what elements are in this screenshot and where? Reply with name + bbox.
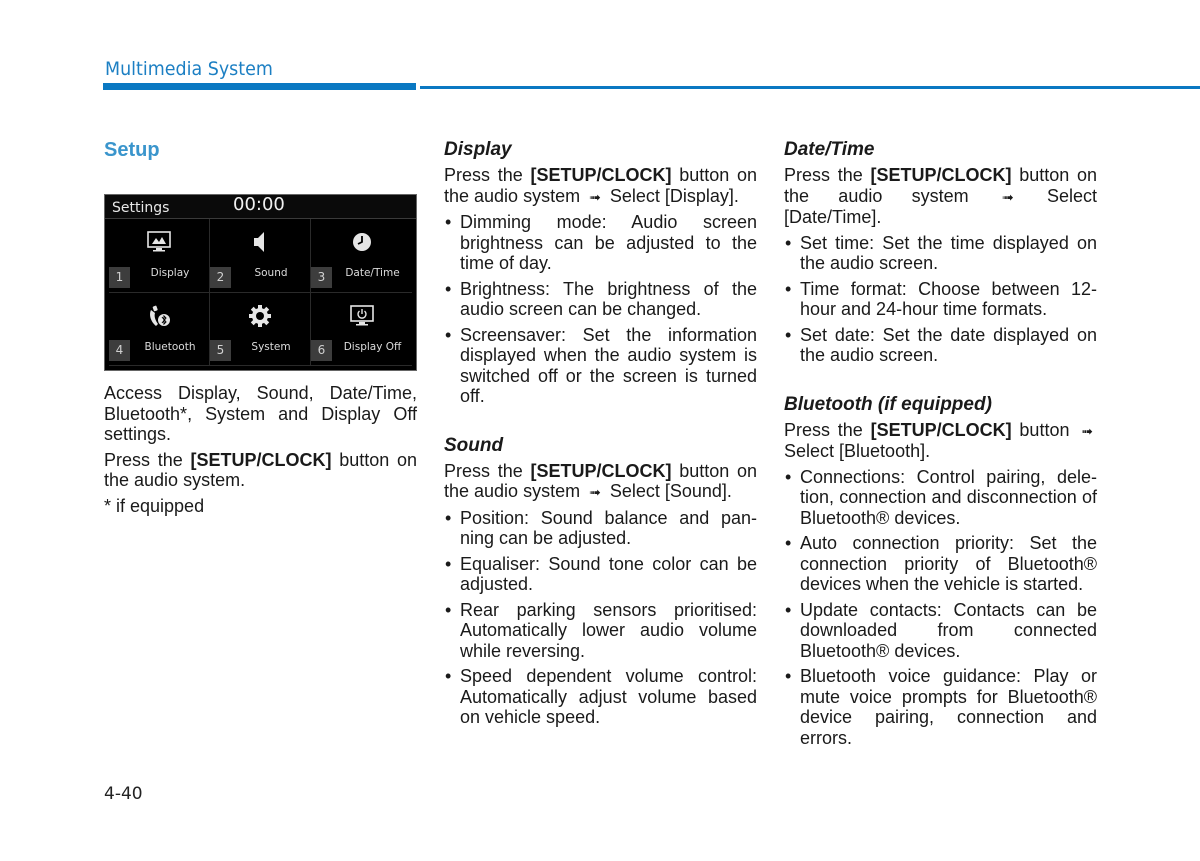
section-title-bluetooth: Bluetooth (if equipped) [784, 393, 992, 415]
list-item: Set date: Set the date displayed on the … [784, 325, 1097, 366]
setup-instruction: Press the [SETUP/CLOCK] button on the au… [104, 450, 417, 491]
section-title-display: Display [444, 139, 512, 160]
setup-clock-button-label: [SETUP/CLOCK] [530, 460, 672, 481]
tile-number: 3 [311, 266, 332, 288]
setup-clock-button-label: [SETUP/CLOCK] [530, 165, 672, 185]
instruction-text: Press the [444, 165, 523, 185]
list-item: Connections: Control pairing, dele­tion,… [784, 467, 1097, 529]
tile-label: Bluetooth [144, 340, 196, 353]
clock-icon [352, 233, 371, 251]
arrow-icon: ➟ [589, 484, 601, 500]
tile-datetime: 3 Date/Time [311, 219, 412, 293]
list-item: Set time: Set the time displayed on the … [784, 233, 1097, 274]
list-item: Bluetooth voice guidance: Play or mute v… [784, 666, 1097, 748]
setup-description: Access Display, Sound, Date/Time, Blueto… [104, 383, 417, 444]
screen-status-bar: Settings 00:00 [105, 194, 416, 219]
setup-clock-button-label: [SETUP/CLOCK] [190, 449, 332, 470]
instruction-text: Press the [104, 449, 183, 470]
display-icon [147, 231, 171, 252]
display-power-icon [349, 304, 374, 325]
list-item: Brightness: The brightness of the audio … [444, 279, 757, 320]
settings-tile-grid: 1 Display 2 Sound 3 Date/Time 4 Bluetoot… [109, 219, 412, 366]
list-item: Dimming mode: Audio screen brightness ca… [444, 212, 757, 274]
tile-display-off: 6 Display Off [311, 293, 412, 366]
tile-label: Date/Time [345, 267, 400, 279]
list-item: Position: Sound balance and pan­ning can… [444, 508, 757, 549]
instruction-text: Select [Sound]. [609, 481, 732, 501]
list-item: Screensaver: Set the information display… [444, 325, 757, 407]
datetime-options-list: Set time: Set the time displayed on the … [784, 233, 1097, 366]
instruction-text: Press the [784, 165, 863, 185]
tile-bluetooth: 4 Bluetooth [109, 292, 210, 366]
instruction-text: Select [Bluetooth]. [784, 441, 931, 461]
list-item: Speed dependent volume control: Automati… [444, 666, 757, 728]
column-display-sound: Display Press the [SETUP/CLOCK] button o… [444, 138, 757, 733]
tile-label: Sound [254, 267, 288, 279]
section-title-setup: Setup [104, 139, 160, 161]
instruction-text: button [1019, 419, 1070, 440]
tile-system: 5 System [210, 292, 311, 366]
list-item: Update contacts: Contacts can be downloa… [784, 600, 1097, 662]
tile-number: 4 [109, 340, 130, 361]
sound-options-list: Position: Sound balance and pan­ning can… [444, 508, 757, 728]
bluetooth-instruction: Press the [SETUP/CLOCK] button ➟ Select … [784, 420, 1097, 462]
tile-label: System [251, 340, 291, 353]
instruction-text: Press the [784, 419, 863, 440]
sound-instruction: Press the [SETUP/CLOCK] button on the au… [444, 461, 757, 503]
gear-icon [249, 304, 271, 327]
list-item: Equaliser: Sound tone color can be adjus… [444, 554, 757, 595]
display-instruction: Press the [SETUP/CLOCK] button on the au… [444, 165, 757, 207]
instruction-text: Select [Display]. [609, 185, 739, 206]
bluetooth-options-list: Connections: Control pairing, dele­tion,… [784, 467, 1097, 749]
footnote: * if equipped [104, 495, 205, 516]
section-title-datetime: Date/Time [784, 139, 875, 160]
tile-sound: 2 Sound [210, 219, 311, 293]
arrow-icon: ➟ [1081, 422, 1093, 439]
list-item: Rear parking sensors prioritised: Automa… [444, 600, 757, 662]
tile-number: 1 [109, 266, 130, 288]
chapter-title: Multimedia System [105, 58, 273, 80]
bluetooth-phone-icon [150, 305, 170, 326]
arrow-icon: ➟ [589, 188, 601, 205]
tile-label: Display [150, 267, 190, 279]
speaker-icon [254, 232, 264, 252]
list-item: Auto connection priority: Set the connec… [784, 533, 1097, 595]
column-datetime-bluetooth: Date/Time Press the [SETUP/CLOCK] button… [784, 138, 1097, 753]
header-rule-thin [420, 86, 1200, 89]
tile-label: Display Off [343, 340, 402, 353]
list-item: Time format: Choose between 12-hour and … [784, 279, 1097, 320]
header-rule-thick [103, 83, 416, 90]
display-options-list: Dimming mode: Audio screen brightness ca… [444, 212, 757, 407]
instruction-text: Press the [444, 460, 523, 481]
tile-number: 5 [210, 340, 231, 361]
section-title-sound: Sound [444, 434, 504, 456]
screen-title: Settings [112, 200, 170, 216]
column-setup: Setup Settings 00:00 1 Display 2 Sound 3… [104, 138, 417, 521]
tile-display: 1 Display [109, 219, 210, 293]
settings-screen-image: Settings 00:00 1 Display 2 Sound 3 Date/… [104, 194, 417, 371]
page-number: 4-40 [104, 784, 143, 804]
setup-clock-button-label: [SETUP/CLOCK] [870, 165, 1012, 185]
screen-clock: 00:00 [233, 194, 285, 215]
tile-number: 2 [210, 266, 231, 288]
datetime-instruction: Press the [SETUP/CLOCK] button on the au… [784, 165, 1097, 228]
arrow-icon: ➟ [1001, 188, 1014, 205]
setup-clock-button-label: [SETUP/CLOCK] [870, 419, 1012, 440]
tile-number: 6 [311, 340, 332, 361]
